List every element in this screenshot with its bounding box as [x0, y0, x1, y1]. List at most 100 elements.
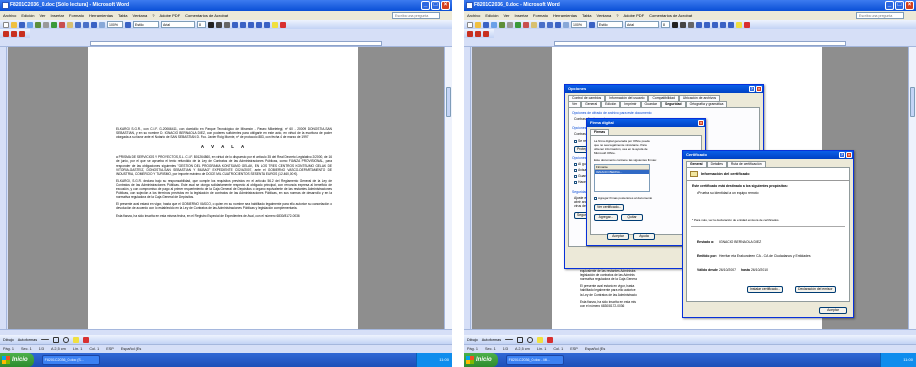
- align-center-icon[interactable]: [240, 21, 246, 28]
- align-center-icon[interactable]: [704, 21, 710, 28]
- horizontal-ruler[interactable]: [464, 40, 916, 47]
- autoshapes-menu[interactable]: Autoformas: [482, 338, 501, 342]
- list-item[interactable]: IGNACIO BERNA...: [595, 170, 649, 174]
- help-icon[interactable]: [589, 21, 595, 28]
- align-right-icon[interactable]: [248, 21, 254, 28]
- help-search-input[interactable]: Escriba una pregunta: [856, 12, 904, 19]
- ok-button[interactable]: Aceptar: [819, 307, 847, 314]
- line-icon[interactable]: [505, 339, 514, 340]
- redo-icon[interactable]: [547, 21, 553, 28]
- redo-icon[interactable]: [83, 21, 89, 28]
- italic-icon[interactable]: [680, 21, 686, 28]
- signature-list[interactable]: Firmante IGNACIO BERNA...: [594, 164, 650, 192]
- close-icon[interactable]: ×: [756, 86, 762, 92]
- open-folder-icon[interactable]: [11, 21, 17, 28]
- menu-item[interactable]: Edición: [485, 13, 498, 18]
- menu-item[interactable]: ?: [616, 13, 618, 18]
- menu-item[interactable]: Edición: [21, 13, 34, 18]
- vertical-ruler[interactable]: [464, 47, 471, 329]
- dialog-title-bar[interactable]: Opciones? ×: [565, 85, 763, 93]
- style-select[interactable]: Estilo: [597, 21, 623, 28]
- pdf-review-icon[interactable]: [483, 30, 489, 37]
- table-icon[interactable]: [555, 21, 561, 28]
- help-search-input[interactable]: Escriba una pregunta: [392, 12, 440, 19]
- menu-item[interactable]: Archivo: [3, 13, 16, 18]
- close-icon[interactable]: ×: [905, 1, 914, 10]
- new-doc-icon[interactable]: [467, 21, 473, 28]
- undo-icon[interactable]: [539, 21, 545, 28]
- new-doc-icon[interactable]: [3, 21, 9, 28]
- view-certificate-button[interactable]: Ver certificado...: [594, 204, 625, 211]
- menu-item[interactable]: Herramientas: [553, 13, 577, 18]
- font-select[interactable]: Arial: [161, 21, 195, 28]
- menu-item[interactable]: Insertar: [514, 13, 528, 18]
- undo-icon[interactable]: [75, 21, 81, 28]
- cut-icon[interactable]: [59, 21, 65, 28]
- menu-item[interactable]: Archivo: [467, 13, 480, 18]
- oval-icon[interactable]: [527, 336, 534, 343]
- align-right-icon[interactable]: [712, 21, 718, 28]
- close-icon[interactable]: ×: [441, 1, 450, 10]
- maximize-icon[interactable]: □: [895, 1, 904, 10]
- line-color-icon[interactable]: [547, 336, 554, 343]
- font-color-icon[interactable]: [744, 21, 750, 28]
- permission-icon[interactable]: [27, 21, 33, 28]
- close-icon[interactable]: ×: [846, 152, 852, 158]
- document-area[interactable]: ELKARGI S.G.R., con C.I.F. G-20066411, c…: [8, 47, 444, 329]
- minimize-icon[interactable]: _: [885, 1, 894, 10]
- help-button[interactable]: Ayuda: [633, 233, 655, 240]
- fill-color-icon[interactable]: [73, 336, 80, 343]
- paste-icon[interactable]: [67, 21, 73, 28]
- scroll-thumb[interactable]: [910, 87, 915, 117]
- font-select[interactable]: Arial: [625, 21, 659, 28]
- print-icon[interactable]: [499, 21, 505, 28]
- align-left-icon[interactable]: [232, 21, 238, 28]
- underline-icon[interactable]: [224, 21, 230, 28]
- print-icon[interactable]: [35, 21, 41, 28]
- vertical-scrollbar[interactable]: [444, 47, 452, 329]
- italic-icon[interactable]: [216, 21, 222, 28]
- help-icon[interactable]: ?: [839, 152, 845, 158]
- pdf-mail-icon[interactable]: [475, 30, 481, 37]
- vertical-scrollbar[interactable]: [908, 47, 916, 329]
- taskbar-item[interactable]: F8201C2036_0.doc (S...: [41, 355, 100, 365]
- bullets-icon[interactable]: [728, 21, 734, 28]
- pdf-mail-icon[interactable]: [11, 30, 17, 37]
- highlight-icon[interactable]: [736, 21, 742, 28]
- bold-icon[interactable]: [208, 21, 214, 28]
- bold-icon[interactable]: [672, 21, 678, 28]
- columns-icon[interactable]: [99, 21, 105, 28]
- menu-item[interactable]: Tabla: [118, 13, 128, 18]
- issuer-statement-button[interactable]: Declaración del emisor: [795, 286, 836, 293]
- draw-menu[interactable]: Dibujo: [3, 338, 14, 342]
- install-certificate-button[interactable]: Instalar certificado...: [747, 286, 784, 293]
- table-icon[interactable]: [91, 21, 97, 28]
- autoshapes-menu[interactable]: Autoformas: [18, 338, 37, 342]
- help-icon[interactable]: ?: [749, 86, 755, 92]
- scroll-thumb[interactable]: [446, 87, 451, 117]
- add-later-checkbox[interactable]: Agregar firmas posteriores al documento: [594, 196, 652, 200]
- columns-icon[interactable]: [563, 21, 569, 28]
- menu-item[interactable]: Ver: [503, 13, 509, 18]
- menu-item[interactable]: Formato: [69, 13, 84, 18]
- permission-icon[interactable]: [491, 21, 497, 28]
- align-left-icon[interactable]: [696, 21, 702, 28]
- line-icon[interactable]: [41, 339, 50, 340]
- start-button[interactable]: Inicio: [464, 353, 498, 367]
- menu-item[interactable]: Tabla: [582, 13, 592, 18]
- dialog-title-bar[interactable]: Certificado? ×: [683, 151, 853, 159]
- pdf-review-icon[interactable]: [19, 30, 25, 37]
- justify-icon[interactable]: [720, 21, 726, 28]
- menu-item[interactable]: Herramientas: [89, 13, 113, 18]
- menu-item[interactable]: Comentarios de Acrobat: [649, 13, 692, 18]
- add-button[interactable]: Agregar...: [594, 214, 618, 221]
- open-folder-icon[interactable]: [475, 21, 481, 28]
- menu-item[interactable]: Comentarios de Acrobat: [185, 13, 228, 18]
- save-icon[interactable]: [483, 21, 489, 28]
- font-color-icon[interactable]: [280, 21, 286, 28]
- rectangle-icon[interactable]: [53, 336, 60, 343]
- help-icon[interactable]: [125, 21, 131, 28]
- preview-icon[interactable]: [43, 21, 49, 28]
- pdf-icon[interactable]: [467, 30, 473, 37]
- menu-item[interactable]: Ventana: [133, 13, 148, 18]
